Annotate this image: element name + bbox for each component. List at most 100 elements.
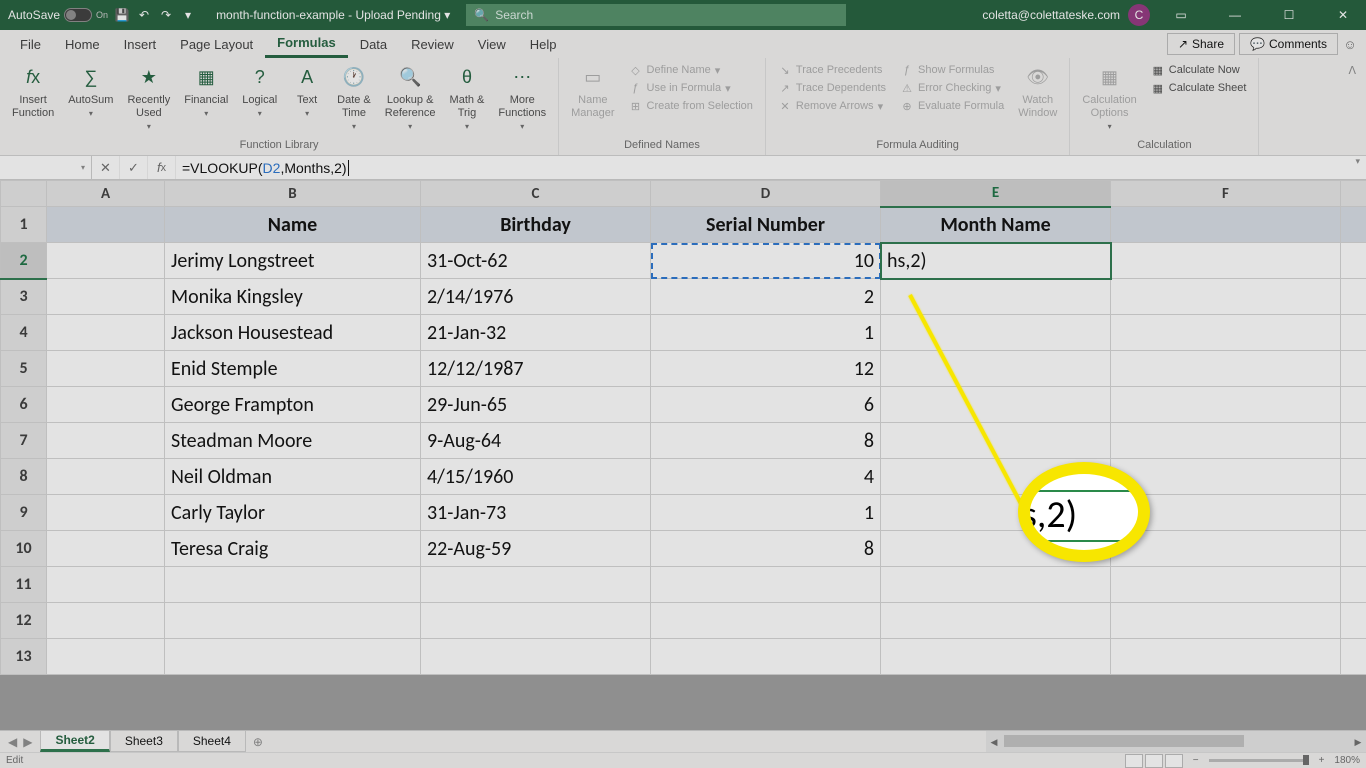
cell-D7[interactable]: 8: [651, 423, 881, 459]
cell-C1[interactable]: Birthday: [421, 207, 651, 243]
col-header-E[interactable]: E: [881, 181, 1111, 207]
cell-F6[interactable]: [1111, 387, 1341, 423]
col-header-D[interactable]: D: [651, 181, 881, 207]
cell-E2[interactable]: hs,2): [881, 243, 1111, 279]
tab-insert[interactable]: Insert: [112, 30, 169, 58]
tab-view[interactable]: View: [466, 30, 518, 58]
tab-data[interactable]: Data: [348, 30, 399, 58]
share-button[interactable]: ↗Share: [1167, 33, 1235, 55]
cell-A13[interactable]: [47, 639, 165, 675]
cancel-formula-icon[interactable]: ✕: [92, 156, 120, 179]
cell-C9[interactable]: 31-Jan-73: [421, 495, 651, 531]
tab-help[interactable]: Help: [518, 30, 569, 58]
cell-G10[interactable]: [1341, 531, 1366, 567]
row-header-3[interactable]: 3: [1, 279, 47, 315]
calculate-sheet-button[interactable]: ▦Calculate Sheet: [1147, 80, 1251, 96]
cell-B1[interactable]: Name: [165, 207, 421, 243]
cell-G12[interactable]: [1341, 603, 1366, 639]
cell-E11[interactable]: [881, 567, 1111, 603]
tab-review[interactable]: Review: [399, 30, 466, 58]
cell-D11[interactable]: [651, 567, 881, 603]
cell-G6[interactable]: [1341, 387, 1366, 423]
maximize-icon[interactable]: ☐: [1266, 0, 1312, 30]
row-header-4[interactable]: 4: [1, 315, 47, 351]
lookup-ref-button[interactable]: 🔍Lookup & Reference▾: [381, 62, 440, 134]
row-header-2[interactable]: 2: [1, 243, 47, 279]
cell-D10[interactable]: 8: [651, 531, 881, 567]
search-box[interactable]: 🔍 Search: [466, 4, 846, 26]
cell-E1[interactable]: Month Name: [881, 207, 1111, 243]
cell-D8[interactable]: 4: [651, 459, 881, 495]
row-header-10[interactable]: 10: [1, 531, 47, 567]
date-time-button[interactable]: 🕐Date & Time▾: [333, 62, 375, 134]
minimize-icon[interactable]: ―: [1212, 0, 1258, 30]
cell-B11[interactable]: [165, 567, 421, 603]
save-icon[interactable]: 💾: [114, 7, 130, 23]
row-header-9[interactable]: 9: [1, 495, 47, 531]
col-header-A[interactable]: A: [47, 181, 165, 207]
cell-A6[interactable]: [47, 387, 165, 423]
row-header-12[interactable]: 12: [1, 603, 47, 639]
cell-A5[interactable]: [47, 351, 165, 387]
scroll-thumb[interactable]: [1004, 735, 1244, 747]
col-header-G[interactable]: G: [1341, 181, 1366, 207]
row-header-7[interactable]: 7: [1, 423, 47, 459]
cell-G9[interactable]: [1341, 495, 1366, 531]
cell-B9[interactable]: Carly Taylor: [165, 495, 421, 531]
cell-A10[interactable]: [47, 531, 165, 567]
select-all-corner[interactable]: [1, 181, 47, 207]
collapse-ribbon-icon[interactable]: ᐱ: [1338, 58, 1366, 155]
toggle-switch[interactable]: [64, 8, 92, 22]
cell-E13[interactable]: [881, 639, 1111, 675]
cell-G5[interactable]: [1341, 351, 1366, 387]
formula-input[interactable]: =VLOOKUP(D2,Months,2): [176, 156, 1349, 179]
logical-button[interactable]: ?Logical▾: [238, 62, 281, 121]
cell-F5[interactable]: [1111, 351, 1341, 387]
cell-C2[interactable]: 31-Oct-62: [421, 243, 651, 279]
cell-D13[interactable]: [651, 639, 881, 675]
cell-A1[interactable]: [47, 207, 165, 243]
cell-B13[interactable]: [165, 639, 421, 675]
cell-B5[interactable]: Enid Stemple: [165, 351, 421, 387]
recently-used-button[interactable]: ★Recently Used▾: [123, 62, 174, 134]
cell-E5[interactable]: [881, 351, 1111, 387]
cell-G11[interactable]: [1341, 567, 1366, 603]
page-layout-view-button[interactable]: [1145, 754, 1163, 768]
autosave-toggle[interactable]: AutoSave On: [8, 8, 108, 22]
row-header-11[interactable]: 11: [1, 567, 47, 603]
row-header-8[interactable]: 8: [1, 459, 47, 495]
zoom-slider[interactable]: [1209, 759, 1309, 762]
text-button[interactable]: AText▾: [287, 62, 327, 121]
cell-F3[interactable]: [1111, 279, 1341, 315]
ribbon-display-icon[interactable]: ▭: [1158, 0, 1204, 30]
zoom-out-icon[interactable]: −: [1193, 755, 1199, 766]
cell-E6[interactable]: [881, 387, 1111, 423]
autosum-button[interactable]: ∑AutoSum▾: [64, 62, 117, 121]
cell-F10[interactable]: [1111, 531, 1341, 567]
spreadsheet-grid[interactable]: ABCDEFG1NameBirthdaySerial NumberMonth N…: [0, 180, 1366, 675]
close-icon[interactable]: ✕: [1320, 0, 1366, 30]
scroll-right-icon[interactable]: ▶: [1350, 731, 1366, 753]
scroll-left-icon[interactable]: ◀: [986, 731, 1002, 753]
cell-C4[interactable]: 21-Jan-32: [421, 315, 651, 351]
math-trig-button[interactable]: θMath & Trig▾: [446, 62, 489, 134]
cell-B12[interactable]: [165, 603, 421, 639]
cell-G1[interactable]: [1341, 207, 1366, 243]
cell-B7[interactable]: Steadman Moore: [165, 423, 421, 459]
calculate-now-button[interactable]: ▦Calculate Now: [1147, 62, 1251, 78]
zoom-level[interactable]: 180%: [1334, 755, 1360, 766]
col-header-C[interactable]: C: [421, 181, 651, 207]
cell-D12[interactable]: [651, 603, 881, 639]
tab-file[interactable]: File: [8, 30, 53, 58]
normal-view-button[interactable]: [1125, 754, 1143, 768]
horizontal-scrollbar[interactable]: ◀ ▶: [986, 731, 1366, 752]
cell-C5[interactable]: 12/12/1987: [421, 351, 651, 387]
sheet-nav[interactable]: ◀▶: [0, 731, 40, 752]
name-box-dropdown-icon[interactable]: ▾: [81, 163, 85, 172]
tab-formulas[interactable]: Formulas: [265, 30, 348, 58]
cell-G13[interactable]: [1341, 639, 1366, 675]
cell-C3[interactable]: 2/14/1976: [421, 279, 651, 315]
name-box[interactable]: ▾: [0, 156, 92, 179]
smiley-icon[interactable]: ☺: [1342, 36, 1358, 52]
cell-E4[interactable]: [881, 315, 1111, 351]
